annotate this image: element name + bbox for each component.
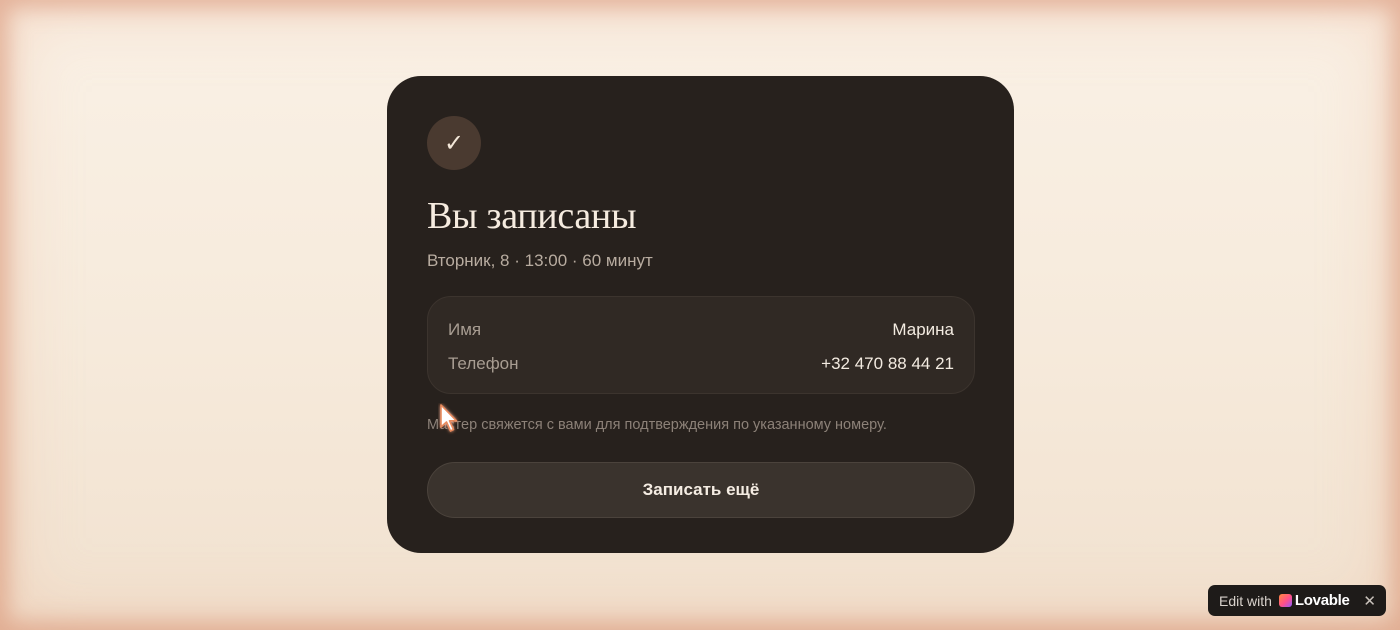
lovable-badge[interactable]: Edit with Lovable ✕ xyxy=(1208,585,1386,616)
edit-with-text: Edit with xyxy=(1219,592,1272,609)
lovable-brand: Lovable xyxy=(1294,592,1350,609)
detail-row-phone: Телефон +32 470 88 44 21 xyxy=(448,353,954,375)
contact-details-panel: Имя Марина Телефон +32 470 88 44 21 xyxy=(427,296,975,394)
detail-row-name: Имя Марина xyxy=(448,319,954,341)
name-value: Марина xyxy=(892,320,954,339)
book-again-button[interactable]: Записать ещё xyxy=(427,462,975,518)
appointment-summary: Вторник, 8 · 13:00 · 60 минут xyxy=(427,251,653,270)
phone-label: Телефон xyxy=(448,354,519,373)
lovable-heart-icon xyxy=(1278,594,1292,607)
phone-value: +32 470 88 44 21 xyxy=(821,354,954,373)
mouse-cursor-icon xyxy=(440,404,458,432)
booking-confirmation-card: ✓ Вы записаны Вторник, 8 · 13:00 · 60 ми… xyxy=(387,76,1014,553)
confirmation-note: Мастер свяжется с вами для подтверждения… xyxy=(427,417,887,433)
confirmation-title: Вы записаны xyxy=(427,195,637,237)
close-icon[interactable]: ✕ xyxy=(1363,592,1376,610)
checkmark-icon: ✓ xyxy=(427,116,481,170)
name-label: Имя xyxy=(448,320,482,339)
